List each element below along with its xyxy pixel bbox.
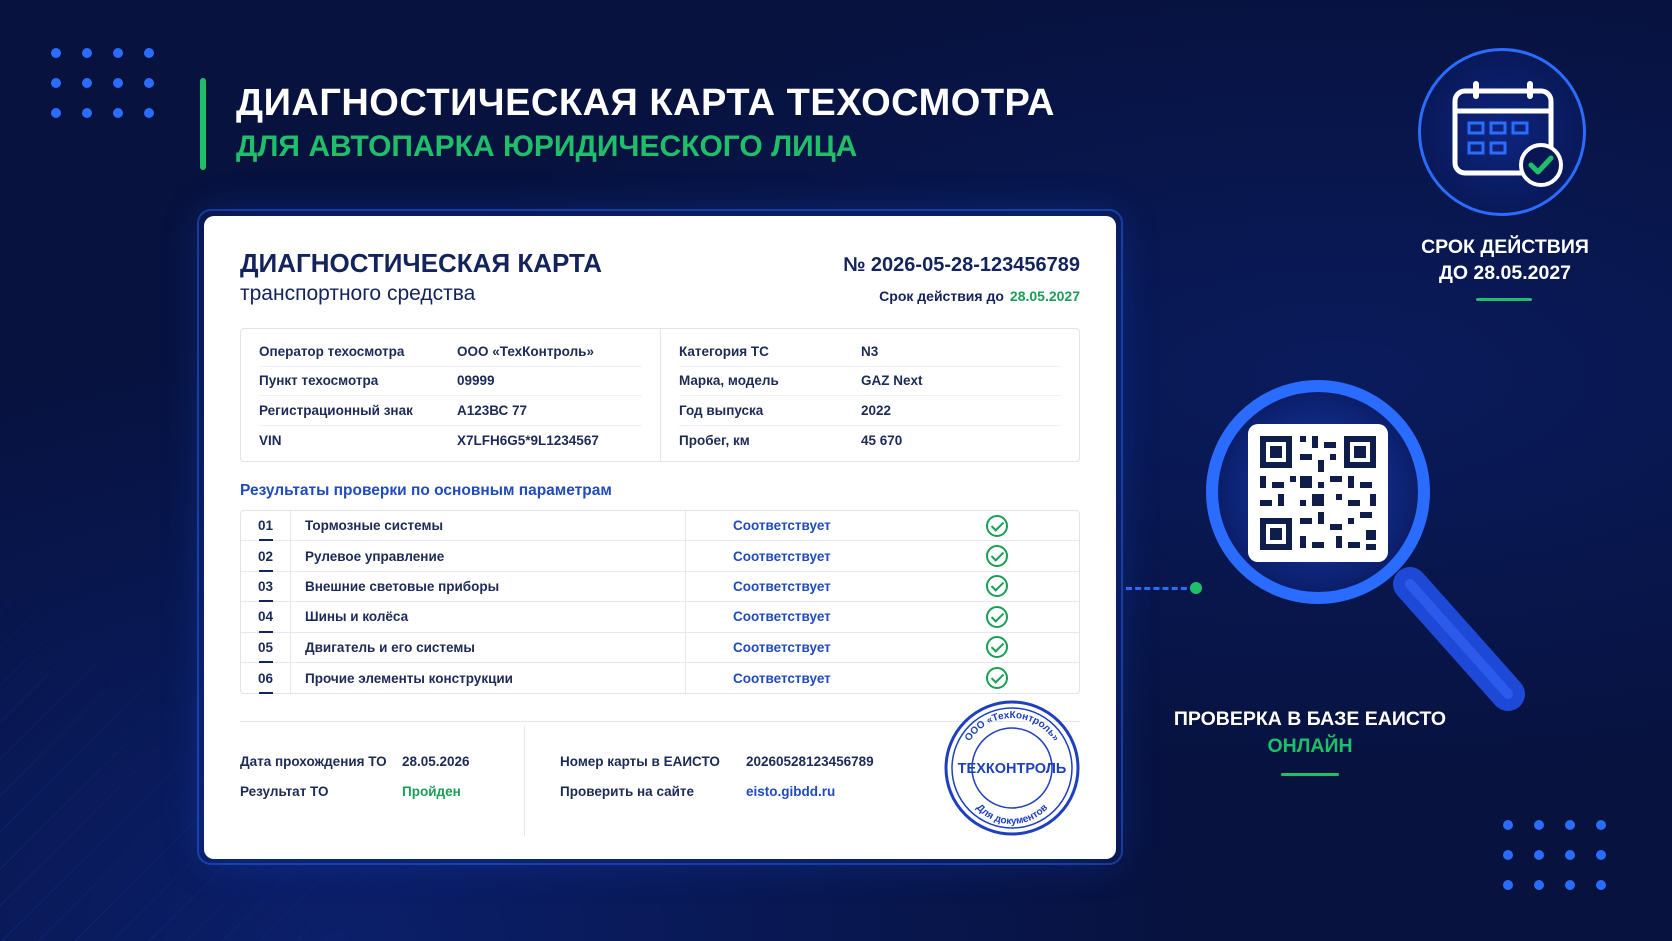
check-circle-icon: [986, 545, 1008, 568]
result-number: 06: [241, 662, 291, 695]
info-label: VIN: [259, 432, 282, 448]
card-validity: Срок действия до 28.05.2027: [879, 288, 1080, 304]
info-value: 09999: [457, 373, 495, 389]
check-circle-icon: [986, 636, 1008, 659]
validity-underline: [1476, 298, 1532, 301]
info-row: Год выпуска 2022: [679, 396, 1061, 426]
table-row: 04 Шины и колёса Соответствует: [241, 602, 1079, 633]
validity-text: СРОК ДЕЙСТВИЯ ДО 28.05.2027: [1380, 234, 1630, 286]
calendar-badge: [1418, 48, 1586, 216]
result-name: Рулевое управление: [291, 541, 686, 571]
stamp-bottom-ring: Для документов: [974, 802, 1050, 827]
result-label: Результат ТО: [240, 784, 329, 799]
magnifier-icon: [1206, 380, 1525, 711]
card-number: № 2026-05-28-123456789: [843, 254, 1080, 276]
info-label: Оператор техосмотра: [259, 343, 405, 359]
result-number: 01: [241, 511, 291, 542]
diagnostic-card: ДИАГНОСТИЧЕСКАЯ КАРТА транспортного сред…: [204, 216, 1116, 859]
table-row: 01 Тормозные системы Соответствует: [241, 511, 1079, 542]
vehicle-info-left: Оператор техосмотра ООО «ТехКонтроль» Пун…: [241, 329, 660, 461]
calendar-check-icon: [1452, 81, 1563, 187]
info-label: Марка, модель: [679, 373, 779, 389]
result-name: Внешние световые приборы: [291, 571, 686, 602]
table-row: 02 Рулевое управление Соответствует: [241, 541, 1079, 573]
title-accent-bar: [200, 78, 206, 170]
result-name: Двигатель и его системы: [291, 632, 686, 662]
page-title: ДИАГНОСТИЧЕСКАЯ КАРТА ТЕХОСМОТРА: [236, 82, 1055, 124]
info-row: Марка, модель GAZ Next: [679, 367, 1061, 396]
info-label: Год выпуска: [679, 402, 764, 418]
info-row: Категория ТС N3: [679, 337, 1061, 367]
result-status: Соответствует: [733, 518, 831, 534]
card-title: ДИАГНОСТИЧЕСКАЯ КАРТА: [240, 248, 603, 278]
connector-line: [1126, 587, 1196, 590]
result-number: 03: [241, 571, 291, 603]
validity-line1: СРОК ДЕЙСТВИЯ: [1421, 236, 1589, 258]
table-row: 05 Двигатель и его системы Соответствует: [241, 632, 1079, 664]
decor-dots-bottom-right: [1503, 820, 1607, 890]
check-circle-icon: [986, 575, 1008, 598]
site-label: Проверить на сайте: [560, 784, 695, 799]
result-number: 02: [241, 541, 291, 573]
info-label: Пробег, км: [679, 432, 750, 448]
online-check-line2: ОНЛАЙН: [1267, 735, 1353, 757]
info-row: Пробег, км 45 670: [679, 426, 1061, 456]
eaisto-value: 20260528123456789: [746, 754, 874, 769]
info-value: А123ВС 77: [457, 402, 528, 418]
info-value: X7LFH6G5*9L1234567: [457, 432, 599, 448]
result-number: 05: [241, 632, 291, 664]
result-name: Тормозные системы: [291, 511, 686, 541]
info-value: ООО «ТехКонтроль»: [457, 343, 594, 359]
result-status: Соответствует: [733, 670, 831, 686]
check-circle-icon: [986, 667, 1008, 690]
info-row: VIN X7LFH6G5*9L1234567: [259, 426, 642, 456]
info-value: N3: [861, 343, 879, 359]
result-name: Шины и колёса: [291, 602, 686, 632]
result-status: Соответствует: [733, 639, 831, 655]
date-label: Дата прохождения ТО: [240, 754, 387, 769]
info-value: GAZ Next: [861, 373, 923, 389]
online-check-underline: [1281, 773, 1339, 776]
company-stamp: ООО «ТехКонтроль» Для документов ТЕХКОНТ…: [944, 700, 1080, 836]
date-value: 28.05.2026: [402, 754, 470, 769]
table-row: 03 Внешние световые приборы Соответствует: [241, 571, 1079, 603]
stamp-center-text: ТЕХКОНТРОЛЬ: [958, 761, 1067, 777]
stamp-top-ring: ООО «ТехКонтроль»: [963, 710, 1062, 744]
site-link[interactable]: eisto.gibdd.ru: [746, 784, 835, 799]
result-status: Соответствует: [733, 548, 831, 564]
footer-vertical-divider: [524, 726, 525, 836]
result-value: Пройден: [402, 784, 461, 799]
online-check-text: ПРОВЕРКА В БАЗЕ ЕАИСТО ОНЛАЙН: [1160, 706, 1460, 760]
validity-line2: ДО 28.05.2027: [1438, 262, 1572, 284]
online-check-line1: ПРОВЕРКА В БАЗЕ ЕАИСТО: [1173, 708, 1447, 730]
results-heading: Результаты проверки по основным параметр…: [240, 482, 612, 499]
info-label: Категория ТС: [679, 343, 769, 359]
result-status: Соответствует: [733, 578, 831, 594]
result-number: 04: [241, 602, 291, 633]
info-value: 45 670: [861, 432, 903, 448]
vehicle-info-table: Оператор техосмотра ООО «ТехКонтроль» Пун…: [240, 328, 1080, 462]
svg-text:ООО «ТехКонтроль»: ООО «ТехКонтроль»: [963, 710, 1062, 744]
results-table: 01 Тормозные системы Соответствует 02 Рулев…: [240, 510, 1080, 695]
info-value: 2022: [861, 402, 892, 418]
decor-dots-top-left: [51, 48, 155, 118]
eaisto-label: Номер карты в ЕАИСТО: [560, 754, 720, 769]
info-label: Регистрационный знак: [259, 402, 413, 418]
table-row: 06 Прочие элементы конструкции Соответству…: [241, 662, 1079, 695]
card-subtitle: транспортного средства: [240, 282, 476, 305]
check-circle-icon: [986, 605, 1008, 628]
info-row: Регистрационный знак А123ВС 77: [259, 396, 642, 426]
result-status: Соответствует: [733, 609, 831, 625]
card-validity-label: Срок действия до: [879, 288, 1004, 304]
info-label: Пункт техосмотра: [259, 373, 379, 389]
vehicle-info-right: Категория ТС N3 Марка, модель GAZ Next Год…: [660, 329, 1079, 461]
card-validity-date: 28.05.2027: [1009, 288, 1080, 304]
info-row: Оператор техосмотра ООО «ТехКонтроль»: [259, 337, 642, 367]
check-circle-icon: [986, 514, 1008, 537]
info-row: Пункт техосмотра 09999: [259, 367, 642, 396]
result-name: Прочие элементы конструкции: [291, 662, 686, 694]
page-subtitle: ДЛЯ АВТОПАРКА ЮРИДИЧЕСКОГО ЛИЦА: [236, 130, 858, 163]
svg-text:Для документов: Для документов: [974, 802, 1050, 827]
